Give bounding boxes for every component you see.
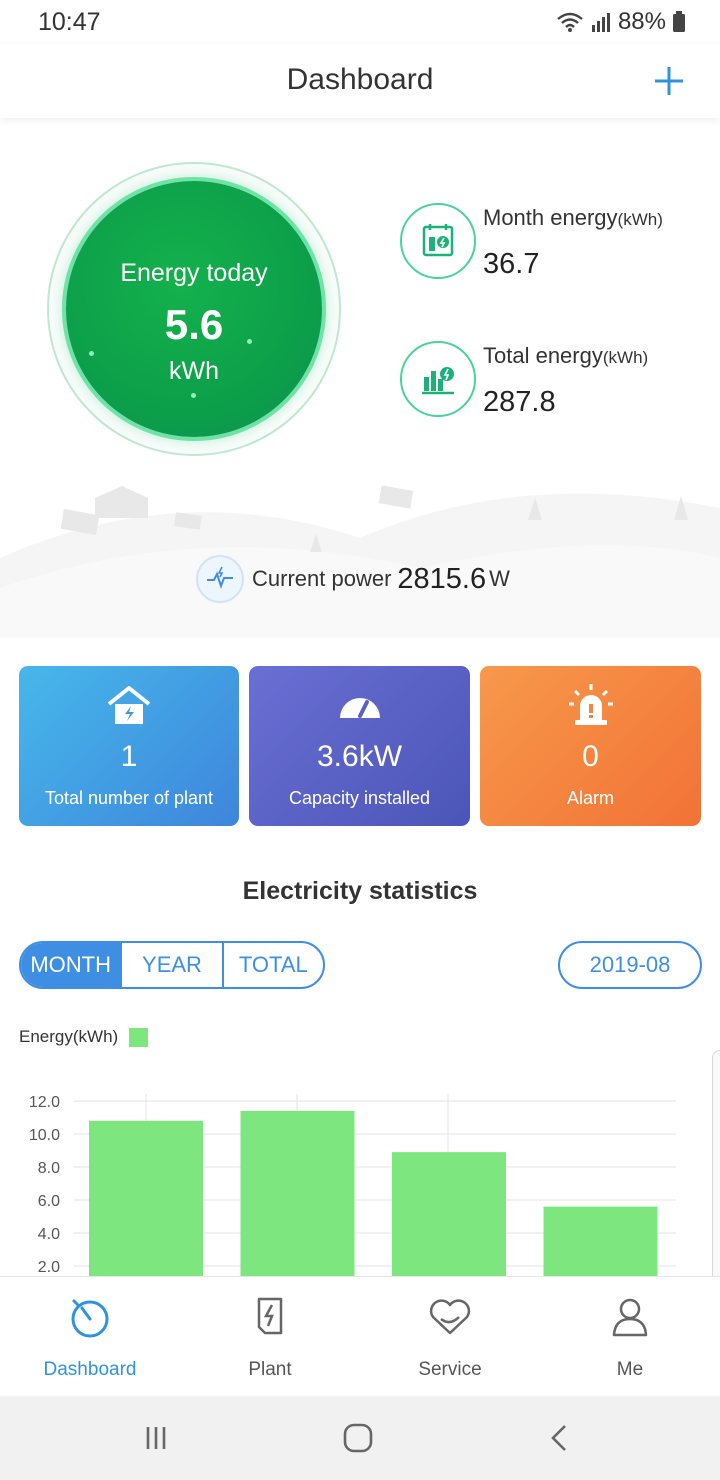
home-icon	[343, 1423, 373, 1453]
total-energy-value: 287.8	[483, 386, 556, 418]
alarm-value: 0	[582, 740, 599, 773]
sparkle-dot	[89, 351, 94, 356]
service-heart-icon	[360, 1295, 540, 1341]
energy-today-circle[interactable]: Energy today 5.6 kWh	[66, 181, 322, 437]
month-energy-label: Month energy	[483, 205, 618, 230]
total-energy-label: Total energy	[483, 343, 603, 368]
sparkle-dot	[247, 339, 252, 344]
system-navigation-bar	[0, 1396, 720, 1480]
month-energy-unit: (kWh)	[617, 210, 663, 229]
nav-label-plant: Plant	[248, 1359, 292, 1380]
plant-count-label: Total number of plant	[44, 788, 214, 808]
total-energy-icon	[400, 341, 476, 417]
alarm-light-icon	[480, 682, 701, 730]
sparkle-dot	[191, 393, 196, 398]
current-power-unit: W	[489, 566, 510, 591]
y-tick-label: 6.0	[38, 1193, 60, 1210]
person-icon	[540, 1295, 720, 1341]
recent-apps-button[interactable]	[136, 1418, 176, 1458]
capacity-card[interactable]: 3.6kW Capacity installed	[249, 666, 470, 826]
battery-icon	[673, 11, 685, 32]
nav-service[interactable]: Service	[360, 1277, 540, 1396]
energy-today-unit: kWh	[169, 357, 219, 385]
battery-percent: 88%	[617, 8, 666, 35]
month-energy-value: 36.7	[483, 248, 540, 280]
power-wave-icon	[196, 555, 244, 603]
status-indicators: 88%	[556, 8, 686, 36]
current-power-label: Current power	[252, 566, 392, 591]
y-tick-label: 10.0	[29, 1127, 60, 1144]
nav-me[interactable]: Me	[540, 1277, 720, 1396]
bottom-navigation: Dashboard Plant Service Me	[0, 1276, 720, 1396]
chart-bar	[89, 1120, 203, 1276]
y-tick-label: 2.0	[38, 1259, 60, 1276]
y-tick-label: 8.0	[38, 1160, 60, 1177]
y-tick-label: 4.0	[38, 1226, 60, 1243]
alarm-label: Alarm	[566, 788, 614, 808]
nav-label-service: Service	[418, 1359, 482, 1380]
home-button[interactable]	[338, 1418, 378, 1458]
capacity-label: Capacity installed	[288, 788, 431, 808]
gauge-icon	[249, 682, 470, 730]
chart-bar	[392, 1152, 506, 1276]
dashboard-icon	[0, 1295, 180, 1341]
legend-label: Energy(kWh)	[19, 1027, 119, 1046]
alarm-card[interactable]: 0 Alarm	[480, 666, 701, 826]
hills-illustration	[0, 485, 720, 638]
energy-bar-chart: 2.0 4.0 6.0 8.0 10.0 12.0	[29, 1094, 676, 1276]
app-header: Dashboard	[0, 44, 720, 118]
nav-dashboard[interactable]: Dashboard	[0, 1277, 180, 1396]
capacity-value: 3.6kW	[316, 740, 403, 773]
nav-label-dashboard: Dashboard	[43, 1359, 137, 1380]
chart-bar	[543, 1206, 658, 1276]
plant-count-card[interactable]: 1 Total number of plant	[19, 666, 239, 826]
current-power: Current power 2815.6 W	[196, 554, 510, 604]
chart-legend: Energy(kWh)	[19, 1027, 149, 1047]
energy-overview: Energy today 5.6 kWh Month energy(kWh) 3…	[0, 118, 720, 638]
back-icon	[551, 1425, 566, 1451]
plant-count-value: 1	[120, 740, 138, 773]
energy-today-value: 5.6	[164, 301, 224, 348]
status-bar: 10:47 88%	[0, 0, 720, 44]
total-energy-unit: (kWh)	[602, 348, 649, 367]
tab-year[interactable]: YEAR	[122, 943, 224, 987]
tab-total[interactable]: TOTAL	[224, 943, 323, 987]
current-power-value: 2815.6	[397, 562, 487, 595]
house-bolt-icon	[19, 682, 239, 730]
back-button[interactable]	[540, 1418, 580, 1458]
energy-today-label: Energy today	[120, 259, 268, 287]
recent-apps-icon	[146, 1427, 166, 1449]
wifi-icon	[557, 12, 583, 32]
signal-icon	[591, 13, 610, 32]
total-energy-title: Total energy(kWh)	[483, 343, 648, 369]
legend-swatch	[129, 1027, 149, 1047]
chart-bar	[240, 1110, 355, 1276]
plant-bolt-icon	[180, 1295, 360, 1341]
electricity-statistics-title: Electricity statistics	[242, 877, 478, 905]
period-tabs: MONTH YEAR TOTAL	[19, 941, 325, 989]
tab-month[interactable]: MONTH	[21, 943, 123, 987]
page-title: Dashboard	[286, 63, 434, 96]
date-picker-button[interactable]: 2019-08	[558, 941, 702, 989]
plus-icon[interactable]	[652, 64, 686, 98]
month-energy-icon	[400, 203, 476, 279]
nav-label-me: Me	[616, 1359, 644, 1380]
y-tick-label: 12.0	[29, 1094, 60, 1111]
status-time: 10:47	[38, 8, 101, 36]
month-energy-title: Month energy(kWh)	[483, 205, 663, 231]
nav-plant[interactable]: Plant	[180, 1277, 360, 1396]
